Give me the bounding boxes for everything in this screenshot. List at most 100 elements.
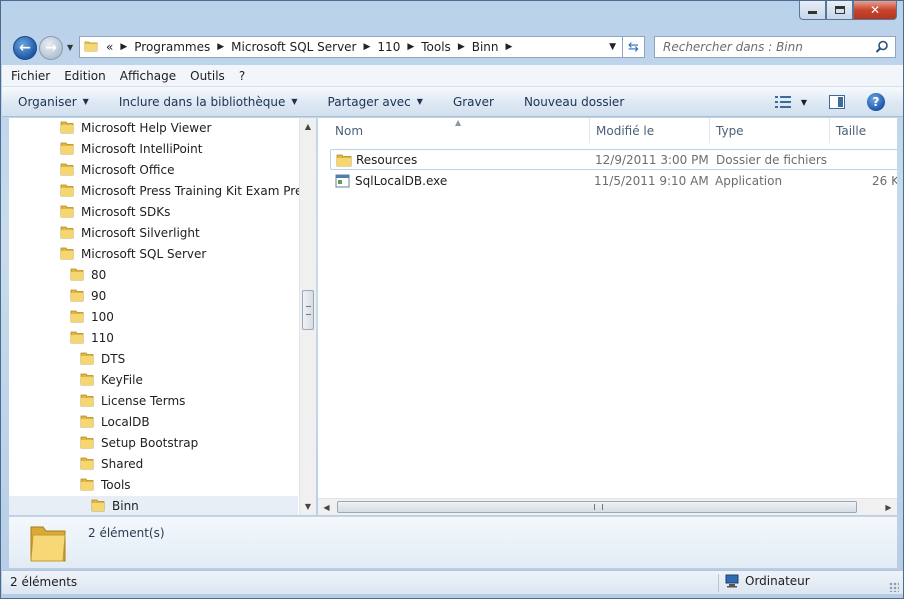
help-icon[interactable]: ? — [867, 93, 885, 111]
organize-label: Organiser — [18, 94, 77, 109]
maximize-button[interactable] — [826, 1, 853, 20]
refresh-button[interactable]: ⇆ — [623, 36, 645, 58]
search-icon[interactable] — [875, 40, 889, 57]
breadcrumb-tools[interactable]: Tools — [421, 40, 451, 54]
scroll-down-arrow[interactable]: ▼ — [300, 498, 316, 515]
close-button[interactable]: ✕ — [853, 1, 897, 20]
tree-item[interactable]: 100 — [69, 307, 114, 327]
tree-item[interactable]: License Terms — [79, 391, 185, 411]
tree-item[interactable]: Shared — [79, 454, 143, 474]
chevron-right-icon[interactable]: ▶ — [364, 42, 371, 52]
address-bar[interactable]: « ▶ Programmes ▶ Microsoft SQL Server ▶ … — [79, 36, 623, 58]
breadcrumb-programmes[interactable]: Programmes — [134, 40, 210, 54]
folder-icon — [59, 224, 75, 243]
tree-item[interactable]: Microsoft SQL Server — [59, 244, 206, 264]
column-size-label: Taille — [836, 123, 867, 138]
address-history-dropdown[interactable]: ▼ — [609, 42, 616, 52]
menu-edition[interactable]: Edition — [64, 69, 106, 83]
folder-icon — [79, 392, 95, 411]
chevron-down-icon: ▼ — [416, 97, 423, 106]
tree-item[interactable]: Tools — [79, 475, 131, 495]
tree-item[interactable]: Microsoft Press Training Kit Exam Prep — [59, 181, 310, 201]
tree-item[interactable]: Microsoft Help Viewer — [59, 118, 211, 138]
tree-item[interactable]: KeyFile — [79, 370, 143, 390]
tree-item[interactable]: Microsoft SDKs — [59, 202, 170, 222]
search-input[interactable] — [655, 37, 865, 57]
share-button[interactable]: Partager avec ▼ — [328, 95, 423, 109]
chevron-right-icon[interactable]: ▶ — [120, 42, 127, 52]
files-horizontal-scrollbar[interactable]: ◀ ▶ — [318, 498, 897, 515]
tree-item-label: Shared — [101, 457, 144, 471]
tree-item-label: Microsoft Office — [81, 163, 175, 177]
share-label: Partager avec — [327, 94, 411, 109]
menu-fichier[interactable]: Fichier — [11, 69, 50, 83]
folder-icon — [59, 203, 75, 222]
application-icon — [335, 174, 351, 191]
tree-item[interactable]: Microsoft Office — [59, 160, 174, 180]
column-header-size[interactable]: Taille — [830, 118, 897, 143]
folder-icon — [27, 521, 69, 568]
arrow-right-icon: → — [45, 40, 57, 56]
tree-item-label: Microsoft IntelliPoint — [81, 142, 203, 156]
tree-item[interactable]: 80 — [69, 265, 106, 285]
menu-affichage[interactable]: Affichage — [120, 69, 176, 83]
change-view-button[interactable]: ▼ — [774, 96, 807, 108]
folder-icon — [69, 329, 85, 348]
tree-item-label: Microsoft SDKs — [81, 205, 171, 219]
folder-icon — [79, 350, 95, 369]
chevron-right-icon[interactable]: ▶ — [458, 42, 465, 52]
tree-item[interactable]: Binn — [9, 496, 298, 515]
tree-item[interactable]: 90 — [69, 286, 106, 306]
tree-item[interactable]: LocalDB — [79, 412, 150, 432]
tree-item[interactable]: DTS — [79, 349, 125, 369]
maximize-icon — [834, 6, 845, 14]
minimize-button[interactable] — [799, 1, 826, 20]
file-row[interactable]: Resources 12/9/2011 3:00 PM Dossier de f… — [330, 149, 897, 170]
preview-pane-icon[interactable] — [829, 95, 845, 109]
tree-item[interactable]: Setup Bootstrap — [79, 433, 198, 453]
chevron-right-icon[interactable]: ▶ — [506, 42, 513, 52]
tree-item-label: KeyFile — [101, 373, 143, 387]
column-name-label: Nom — [335, 123, 364, 138]
breadcrumb-sql-server[interactable]: Microsoft SQL Server — [231, 40, 356, 54]
menu-help[interactable]: ? — [239, 69, 245, 83]
menu-outils[interactable]: Outils — [190, 69, 225, 83]
column-header-modified[interactable]: Modifié le — [590, 118, 710, 143]
column-header-type[interactable]: Type — [710, 118, 830, 143]
chevron-down-icon: ▼ — [82, 97, 89, 106]
chevron-right-icon[interactable]: ▶ — [407, 42, 414, 52]
chevron-right-icon[interactable]: ▶ — [217, 42, 224, 52]
tree-item-label: 90 — [91, 289, 107, 303]
tree-item-label: Microsoft Press Training Kit Exam Prep — [81, 184, 310, 198]
scroll-up-arrow[interactable]: ▲ — [300, 118, 316, 135]
tree-item-label: DTS — [101, 352, 126, 366]
breadcrumb-binn[interactable]: Binn — [472, 40, 499, 54]
nav-vertical-scrollbar[interactable]: ▲ ▼ — [299, 118, 316, 515]
scroll-left-arrow[interactable]: ◀ — [318, 499, 335, 515]
organize-button[interactable]: Organiser ▼ — [18, 95, 89, 109]
recent-pages-dropdown[interactable]: ▼ — [67, 43, 73, 52]
burn-button[interactable]: Graver — [453, 95, 494, 109]
scroll-thumb[interactable] — [302, 290, 314, 330]
chevron-down-icon[interactable]: ▼ — [801, 98, 807, 107]
breadcrumb-overflow[interactable]: « — [106, 40, 113, 54]
folder-icon — [79, 434, 95, 453]
folder-icon — [79, 413, 95, 432]
scroll-thumb[interactable] — [337, 501, 857, 513]
tree-item[interactable]: Microsoft IntelliPoint — [59, 139, 202, 159]
folder-icon — [59, 140, 75, 159]
breadcrumb-110[interactable]: 110 — [377, 40, 400, 54]
tree-item[interactable]: 110 — [69, 328, 114, 348]
status-divider — [718, 574, 719, 592]
back-button[interactable]: ← — [13, 36, 37, 60]
status-location: Ordinateur — [724, 574, 810, 588]
column-header-name[interactable]: Nom — [318, 118, 590, 143]
command-bar: Organiser ▼ Inclure dans la bibliothèque ▼… — [2, 87, 903, 117]
resize-grip[interactable] — [889, 582, 899, 592]
new-folder-button[interactable]: Nouveau dossier — [524, 95, 624, 109]
include-library-button[interactable]: Inclure dans la bibliothèque ▼ — [119, 95, 298, 109]
file-row[interactable]: SqlLocalDB.exe 11/5/2011 9:10 AM Applica… — [330, 171, 897, 192]
tree-item[interactable]: Microsoft Silverlight — [59, 223, 200, 243]
forward-button[interactable]: → — [39, 36, 63, 60]
scroll-right-arrow[interactable]: ▶ — [880, 499, 897, 515]
